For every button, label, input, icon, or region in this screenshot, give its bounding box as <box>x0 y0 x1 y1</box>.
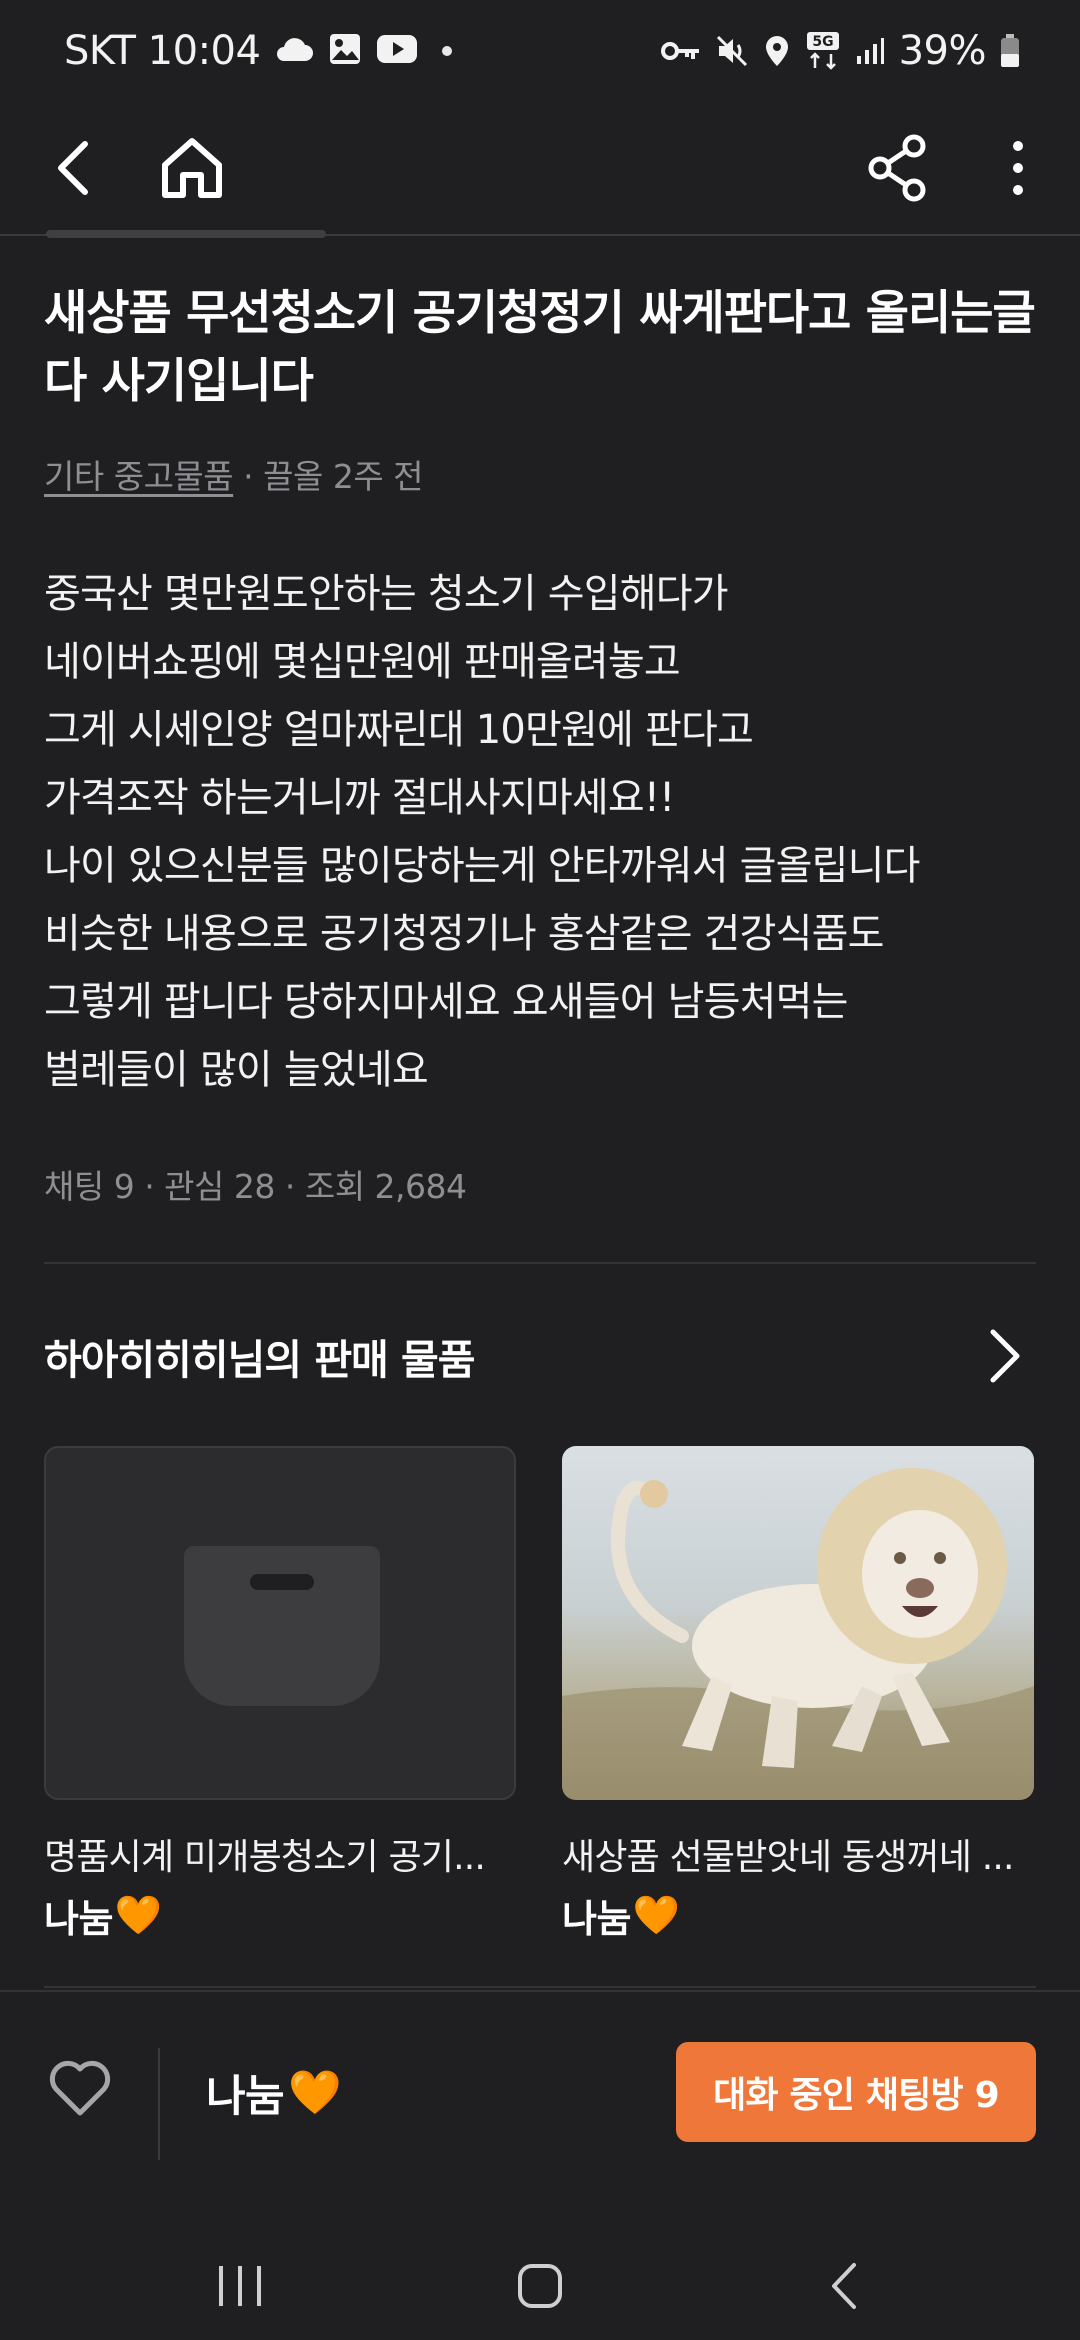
scrolled-content-edge <box>46 230 326 238</box>
bottom-action-bar: 나눔 🧡 대화 중인 채팅방 9 <box>0 1990 1080 2218</box>
post-body-line: 그게 시세인양 얼마짜린대 10만원에 판다고 <box>44 707 754 753</box>
home-square-icon <box>518 2264 562 2308</box>
vertical-separator <box>158 2048 160 2160</box>
orange-heart-icon: 🧡 <box>114 1893 162 1937</box>
gallery-icon <box>328 32 362 70</box>
battery-percent: 39% <box>898 28 987 74</box>
post-meta: 기타 중고물품 · 끌올 2주 전 <box>44 450 424 498</box>
post-body-line: 벌레들이 많이 늘었네요 <box>44 1047 429 1093</box>
heart-outline-icon <box>49 2060 111 2116</box>
orange-heart-icon: 🧡 <box>288 2068 342 2118</box>
category-link[interactable]: 기타 중고물품 <box>44 457 234 496</box>
orange-heart-icon: 🧡 <box>632 1893 680 1937</box>
status-bar: SKT 10:04 5G 39% <box>0 0 1080 100</box>
recent-apps-button[interactable] <box>190 2236 290 2336</box>
system-home-button[interactable] <box>490 2236 590 2336</box>
seller-item-card[interactable]: 새상품 선물받앗네 동생꺼네 ... 나눔 🧡 <box>562 1446 1034 1943</box>
home-icon <box>162 138 222 198</box>
active-chats-button[interactable]: 대화 중인 채팅방 9 <box>676 2042 1036 2142</box>
divider <box>44 1262 1036 1264</box>
item-name: 새상품 선물받앗네 동생꺼네 ... <box>562 1837 1015 1878</box>
post-body: 중국산 몇만원도안하는 청소기 수입해다가 네이버쇼핑에 몇십만원에 판매올려놓… <box>44 560 1044 1104</box>
screen: SKT 10:04 5G 39% 새상품 무선청소기 공기청정기 싸게판다고 올… <box>0 0 1080 2340</box>
share-button[interactable] <box>852 122 944 214</box>
notification-dot <box>442 46 453 56</box>
system-back-button[interactable] <box>794 2236 894 2336</box>
shopping-bag-icon <box>184 1546 380 1706</box>
svg-text:5G: 5G <box>812 34 833 50</box>
battery-icon <box>1000 34 1020 68</box>
item-price-text: 나눔 <box>562 1897 631 1941</box>
post-body-line: 나이 있으신분들 많이당하는게 안타까워서 글올립니다 <box>44 843 920 889</box>
chevron-right-icon <box>990 1329 1020 1383</box>
post-stats: 채팅 9 · 관심 28 · 조회 2,684 <box>44 1167 467 1206</box>
back-button[interactable] <box>28 122 120 214</box>
post-title: 새상품 무선청소기 공기청정기 싸게판다고 올리는글 다 사기입니다 <box>44 286 1036 409</box>
status-right: 5G 39% <box>660 24 1020 78</box>
item-thumbnail-lion-photo <box>562 1446 1034 1800</box>
chevron-left-icon <box>58 141 88 195</box>
item-name: 명품시계 미개봉청소기 공기... <box>44 1837 486 1878</box>
carrier-time: SKT 10:04 <box>64 28 261 74</box>
bump-time: · 끌올 2주 전 <box>233 457 424 496</box>
top-navigation-bar <box>0 100 1080 236</box>
seller-items-title[interactable]: 하아히히히님의 판매 물품 <box>44 1326 475 1386</box>
recents-icon <box>219 2266 261 2306</box>
price: 나눔 🧡 <box>206 2062 342 2124</box>
post-body-line: 중국산 몇만원도안하는 청소기 수입해다가 <box>44 571 729 617</box>
mute-icon <box>715 34 749 68</box>
seller-items-more-button[interactable] <box>970 1316 1040 1396</box>
location-icon <box>763 34 791 68</box>
item-price-text: 나눔 <box>44 1897 113 1941</box>
price-text: 나눔 <box>206 2072 285 2122</box>
cloud-icon <box>274 35 314 67</box>
status-left: SKT 10:04 <box>64 24 453 78</box>
post-body-line: 가격조작 하는거니까 절대사지마세요!! <box>44 775 675 821</box>
divider <box>44 1986 1036 1988</box>
more-options-button[interactable] <box>972 122 1064 214</box>
post-body-line: 그렇게 팝니다 당하지마세요 요새들어 남등처먹는 <box>44 979 848 1025</box>
vpn-key-icon <box>660 39 701 63</box>
more-vertical-icon <box>1013 141 1023 195</box>
post-body-line: 네이버쇼핑에 몇십만원에 판매올려놓고 <box>44 639 681 685</box>
system-navigation-bar <box>0 2218 1080 2340</box>
signal-icon <box>855 36 885 66</box>
share-icon <box>868 134 926 202</box>
home-button[interactable] <box>146 122 238 214</box>
item-price: 나눔 🧡 <box>44 1888 516 1943</box>
youtube-icon <box>376 33 418 69</box>
seller-item-card[interactable]: 명품시계 미개봉청소기 공기... 나눔 🧡 <box>44 1446 516 1943</box>
lion-image <box>562 1468 1034 1800</box>
network-5g-icon: 5G <box>805 31 841 71</box>
item-thumbnail-placeholder <box>44 1446 516 1800</box>
back-chevron-icon <box>832 2263 856 2309</box>
post-body-line: 비슷한 내용으로 공기청정기나 홍삼같은 건강식품도 <box>44 911 884 957</box>
like-button[interactable] <box>40 2048 120 2128</box>
item-price: 나눔 🧡 <box>562 1888 1034 1943</box>
